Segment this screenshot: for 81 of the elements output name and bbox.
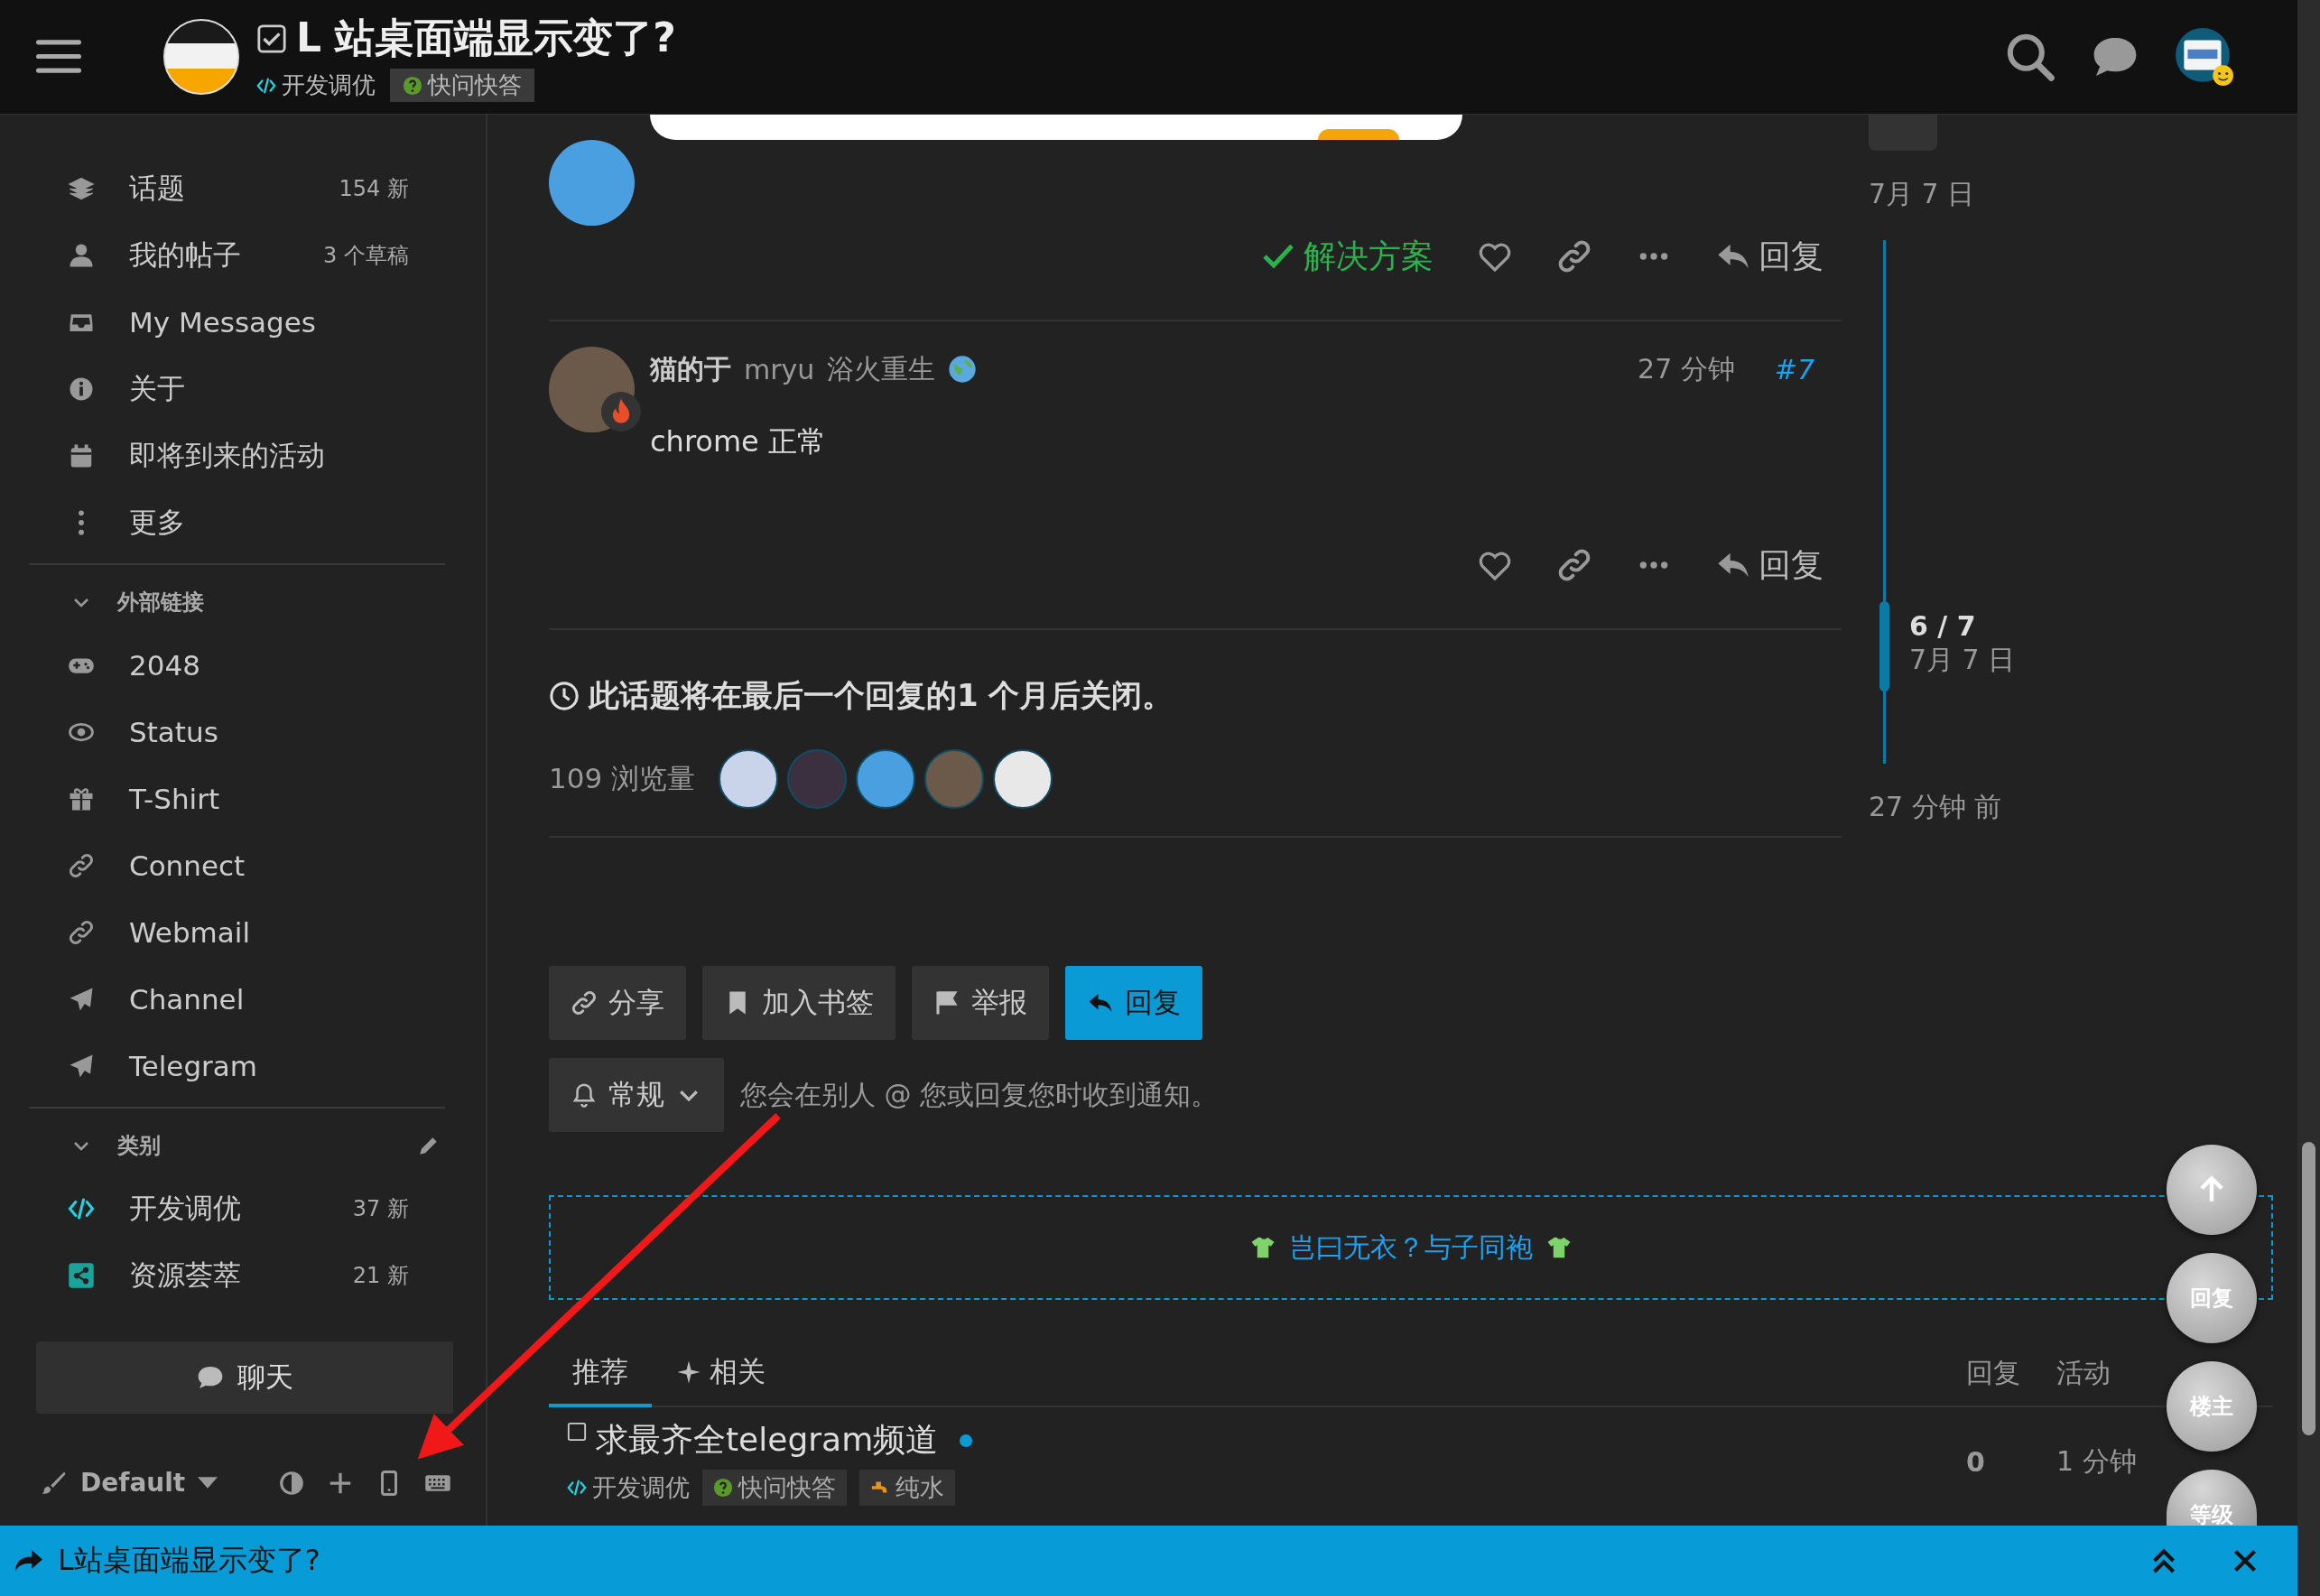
banner-link[interactable]: 岂曰无衣？与子同袍: [1289, 1229, 1533, 1267]
chat-button[interactable]: 聊天: [36, 1341, 453, 1414]
post-time[interactable]: 27 分钟: [1638, 350, 1735, 388]
category-item[interactable]: 资源荟萃 21 新: [0, 1242, 486, 1309]
search-icon[interactable]: [2005, 32, 2056, 82]
closing-notice: 此话题将在最后一个回复的1 个月后关闭。: [589, 676, 1174, 715]
sidebar-link[interactable]: Status: [0, 699, 486, 766]
timeline-end-date[interactable]: 27 分钟 前: [1869, 789, 2016, 826]
question-icon: [403, 75, 422, 96]
user-title: 浴火重生: [827, 351, 936, 386]
gift-icon: [68, 785, 95, 812]
column-header[interactable]: 回复: [1966, 1341, 2056, 1406]
checkbox-icon: [256, 23, 287, 54]
timeline-date: 7月 7 日: [1909, 643, 2016, 677]
link-icon: [68, 852, 95, 879]
timeline-handle[interactable]: [1879, 601, 1889, 691]
topic-footer-button[interactable]: 分享: [549, 966, 686, 1040]
sidebar-link[interactable]: Telegram: [0, 1033, 486, 1100]
column-header[interactable]: 活动: [2056, 1341, 2147, 1406]
code-icon: [567, 1478, 587, 1498]
category-item[interactable]: 开发调优 37 新: [0, 1175, 486, 1242]
sidebar-link[interactable]: 2048: [0, 632, 486, 699]
vertical-dots-icon: [78, 509, 85, 536]
menu-icon[interactable]: [36, 39, 81, 75]
user-icon: [68, 242, 95, 269]
tag-link[interactable]: 纯水: [859, 1470, 955, 1506]
reply-button[interactable]: 回复: [1715, 543, 1824, 588]
suggested-tab[interactable]: 相关: [652, 1341, 789, 1407]
tag-link[interactable]: 快问快答: [390, 69, 534, 102]
view-count: 109 浏览量: [549, 761, 696, 796]
globe-icon: [948, 355, 978, 384]
layers-icon: [68, 175, 95, 202]
category-link[interactable]: 开发调优: [567, 1471, 690, 1504]
topic-link[interactable]: 求最齐全telegram频道: [596, 1418, 939, 1462]
question-icon: [713, 1478, 733, 1498]
theme-selector[interactable]: Default: [41, 1468, 278, 1498]
link-icon: [571, 989, 598, 1016]
topic-footer-button[interactable]: 加入书签: [702, 966, 896, 1040]
sidebar-link[interactable]: Connect: [0, 832, 486, 899]
sidebar-item[interactable]: My Messages: [0, 289, 486, 356]
sidebar-item[interactable]: 话题 154 新: [0, 155, 486, 222]
link-icon[interactable]: [1556, 547, 1592, 583]
timeline-start-date[interactable]: 7月 7 日: [1869, 176, 2016, 213]
topic-footer-button[interactable]: 举报: [912, 966, 1049, 1040]
bell-icon: [571, 1081, 598, 1109]
scrollbar[interactable]: [2297, 0, 2320, 1596]
clock-icon: [549, 681, 580, 711]
section-header[interactable]: 外部链接: [70, 588, 441, 617]
contrast-icon[interactable]: [278, 1469, 305, 1497]
sidebar-link[interactable]: Channel: [0, 966, 486, 1033]
category-link[interactable]: 开发调优: [256, 70, 376, 101]
author-name[interactable]: 猫的于: [650, 350, 731, 388]
checkbox-icon: [567, 1422, 587, 1442]
solution-button[interactable]: 解决方案: [1260, 234, 1434, 279]
sidebar-item[interactable]: 更多: [0, 489, 486, 556]
section-header[interactable]: 类别: [70, 1131, 417, 1160]
post-number[interactable]: #7: [1774, 353, 1814, 385]
link-icon: [68, 919, 95, 946]
post-text: chrome 正常: [650, 423, 827, 460]
topic-footer-button[interactable]: 回复: [1065, 966, 1202, 1040]
sidebar-item[interactable]: 关于: [0, 356, 486, 422]
notification-dropdown[interactable]: 常规: [549, 1058, 724, 1132]
tag-link[interactable]: 快问快答: [702, 1470, 847, 1506]
user-avatar[interactable]: [2175, 27, 2234, 87]
reply-button[interactable]: 回复: [1715, 234, 1824, 279]
topic-title[interactable]: L 站桌面端显示变了?: [296, 12, 676, 65]
username[interactable]: mryu: [744, 353, 815, 385]
sidebar-link[interactable]: Webmail: [0, 899, 486, 966]
sidebar-item[interactable]: 我的帖子 3 个草稿: [0, 222, 486, 289]
activity-time[interactable]: 1 分钟: [2056, 1443, 2147, 1480]
suggested-tab[interactable]: 推荐: [549, 1341, 652, 1407]
flame-badge-icon: [601, 392, 641, 431]
timeline-position: 6 / 7: [1909, 610, 1977, 642]
caret-icon: [198, 1477, 218, 1489]
bottom-bar-title[interactable]: L站桌面端显示变了?: [58, 1541, 320, 1581]
reply-count: 0: [1966, 1446, 1986, 1478]
sidebar-item[interactable]: 即将到来的活动: [0, 422, 486, 489]
notification-description: 您会在别人 @ 您或回复您时收到通知。: [740, 1077, 1219, 1112]
link-icon[interactable]: [1556, 238, 1592, 274]
sidebar-link[interactable]: T-Shirt: [0, 766, 486, 832]
info-icon: [68, 376, 95, 403]
